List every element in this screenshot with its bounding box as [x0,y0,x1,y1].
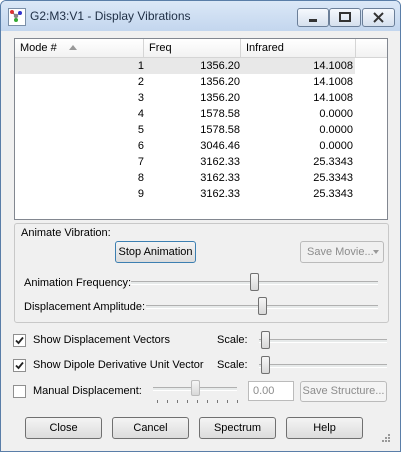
column-header-infrared[interactable]: Infrared [241,39,356,57]
table-row[interactable]: 4 1578.58 0.0000 [15,106,355,122]
display-vibrations-window: G2:M3:V1 - Display Vibrations Mode # Fre… [0,0,401,452]
show-dipole-vector-checkbox[interactable] [13,359,26,372]
slider-tick [197,400,198,403]
infrared-cell: 0.0000 [319,108,353,120]
mode-cell: 4 [137,108,144,120]
table-row[interactable]: 1 1356.20 14.1008 [15,58,355,74]
vectors-scale-label: Scale: [217,334,248,346]
mode-cell: 2 [137,76,144,88]
slider-tick [157,400,158,403]
freq-cell: 1356.20 [200,76,240,88]
help-button[interactable]: Help [286,417,363,439]
infrared-cell: 25.3343 [313,188,353,200]
show-dipole-vector-label: Show Dipole Derivative Unit Vector [33,359,204,371]
save-structure-button[interactable]: Save Structure... [300,381,387,402]
mode-cell: 9 [137,188,144,200]
manual-displacement-slider[interactable] [191,380,200,396]
freq-cell: 1356.20 [200,92,240,104]
slider-tick [187,400,188,403]
infrared-cell: 14.1008 [313,92,353,104]
infrared-cell: 14.1008 [313,76,353,88]
column-header-freq[interactable]: Freq [144,39,241,57]
mode-cell: 5 [137,124,144,136]
show-displacement-vectors-label: Show Displacement Vectors [33,334,170,346]
close-button[interactable]: Close [25,417,102,439]
dipole-scale-label: Scale: [217,359,248,371]
save-movie-label: Save Movie... [307,246,374,258]
mode-cell: 8 [137,172,144,184]
displacement-amplitude-slider[interactable] [258,297,267,315]
table-row[interactable]: 7 3162.33 25.3343 [15,154,355,170]
cancel-button[interactable]: Cancel [112,417,189,439]
resize-grip-icon[interactable] [381,433,391,443]
stop-animation-button[interactable]: Stop Animation [115,241,196,263]
column-header-label: Mode # [20,42,57,54]
table-row[interactable]: 3 1356.20 14.1008 [15,90,355,106]
check-icon [15,361,24,370]
maximize-button[interactable] [329,8,361,27]
freq-cell: 3162.33 [200,156,240,168]
slider-tick [207,400,208,403]
vectors-scale-slider[interactable] [261,331,270,349]
minimize-button[interactable] [297,8,329,27]
maximize-icon [339,12,351,22]
sort-ascending-icon [69,45,77,50]
chevron-down-icon [373,250,379,254]
manual-displacement-value-field[interactable]: 0.00 [248,381,294,401]
slider-tick [237,400,238,403]
table-row[interactable]: 2 1356.20 14.1008 [15,74,355,90]
freq-cell: 1578.58 [200,108,240,120]
column-header-mode[interactable]: Mode # [15,39,144,57]
table-row[interactable]: 9 3162.33 25.3343 [15,186,355,202]
mode-cell: 3 [137,92,144,104]
infrared-cell: 0.0000 [319,124,353,136]
infrared-cell: 25.3343 [313,172,353,184]
slider-tick [217,400,218,403]
column-header-label: Freq [149,42,172,54]
list-header: Mode # Freq Infrared [15,39,387,58]
slider-tick [167,400,168,403]
dialog-body: Mode # Freq Infrared 1 1356.20 14.1008 2 13… [9,31,393,445]
manual-displacement-checkbox[interactable] [13,385,26,398]
vectors-scale-track [259,339,387,343]
manual-displacement-label: Manual Displacement: [33,385,142,397]
column-header-label: Infrared [246,42,284,54]
freq-cell: 3162.33 [200,172,240,184]
dipole-scale-track [259,364,387,368]
mode-cell: 1 [137,60,144,72]
freq-cell: 1578.58 [200,124,240,136]
mode-cell: 6 [137,140,144,152]
infrared-cell: 25.3343 [313,156,353,168]
save-movie-dropdown[interactable]: Save Movie... [300,241,384,263]
minimize-icon [309,19,317,22]
mode-cell: 7 [137,156,144,168]
show-displacement-vectors-checkbox[interactable] [13,334,26,347]
list-rows: 1 1356.20 14.1008 2 1356.20 14.1008 3 1356.20… [15,58,355,202]
spectrum-button[interactable]: Spectrum [199,417,276,439]
animation-frequency-label: Animation Frequency: [24,277,131,289]
close-window-button[interactable] [362,8,395,27]
slider-tick [227,400,228,403]
table-row[interactable]: 8 3162.33 25.3343 [15,170,355,186]
title-bar[interactable]: G2:M3:V1 - Display Vibrations [1,1,400,31]
vibration-mode-list[interactable]: Mode # Freq Infrared 1 1356.20 14.1008 2 13… [14,38,388,220]
infrared-cell: 14.1008 [313,60,353,72]
animate-vibration-label: Animate Vibration: [19,227,113,239]
check-icon [15,336,24,345]
freq-cell: 3162.33 [200,188,240,200]
animation-frequency-slider[interactable] [250,273,259,291]
freq-cell: 1356.20 [200,60,240,72]
window-title: G2:M3:V1 - Display Vibrations [30,9,191,23]
displacement-amplitude-label: Displacement Amplitude: [24,301,146,313]
dipole-scale-slider[interactable] [261,356,270,374]
table-row[interactable]: 6 3046.46 0.0000 [15,138,355,154]
close-icon [373,12,384,23]
freq-cell: 3046.46 [200,140,240,152]
gaussview-molecule-icon [8,8,26,26]
slider-tick [177,400,178,403]
infrared-cell: 0.0000 [319,140,353,152]
table-row[interactable]: 5 1578.58 0.0000 [15,122,355,138]
